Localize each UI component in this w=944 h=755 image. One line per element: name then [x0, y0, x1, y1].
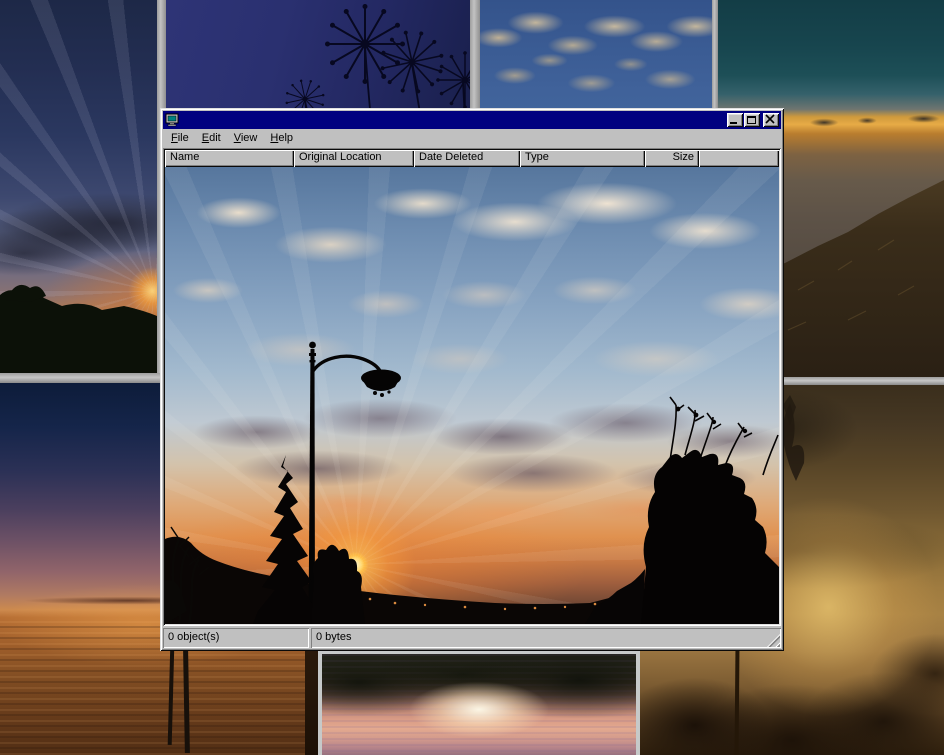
menu-view[interactable]: View — [228, 130, 265, 147]
menu-bar: FileEditViewHelp — [163, 129, 781, 148]
wallpaper-sunset-rays-photo — [0, 0, 157, 378]
minimize-button[interactable] — [727, 113, 743, 127]
column-header-blank[interactable] — [699, 150, 779, 167]
column-header-row: NameOriginal LocationDate DeletedTypeSiz… — [165, 150, 779, 167]
menu-help[interactable]: Help — [264, 130, 300, 147]
status-bar: 0 object(s) 0 bytes — [163, 628, 781, 648]
maximize-icon — [747, 116, 756, 124]
maximize-button[interactable] — [744, 113, 760, 127]
close-button[interactable] — [763, 113, 779, 127]
column-header-name[interactable]: Name — [165, 150, 294, 167]
column-header-date-deleted[interactable]: Date Deleted — [414, 150, 520, 167]
desktop: FileEditViewHelp NameOriginal LocationDa… — [0, 0, 944, 755]
wallpaper-water-reflection-photo — [318, 650, 640, 755]
close-icon — [765, 114, 776, 125]
bush-silhouette — [311, 545, 365, 624]
list-background-sunset-photo — [165, 167, 779, 624]
status-object-count: 0 object(s) — [163, 628, 309, 648]
status-bytes: 0 bytes — [311, 628, 781, 648]
recycle-bin-window: FileEditViewHelp NameOriginal LocationDa… — [160, 108, 784, 651]
column-header-original-location[interactable]: Original Location — [294, 150, 414, 167]
menu-edit[interactable]: Edit — [196, 130, 228, 147]
computer-icon — [165, 113, 181, 127]
titlebar[interactable] — [163, 111, 781, 129]
column-header-type[interactable]: Type — [520, 150, 645, 167]
collage-separator — [0, 373, 166, 383]
menu-file[interactable]: File — [165, 130, 196, 147]
minimize-icon — [730, 122, 737, 124]
treeline-silhouette — [0, 0, 157, 378]
right-trees-silhouette — [585, 397, 779, 624]
column-header-size[interactable]: Size — [645, 150, 699, 167]
file-list-view[interactable]: NameOriginal LocationDate DeletedTypeSiz… — [163, 148, 781, 626]
sunset-silhouettes — [165, 167, 779, 624]
